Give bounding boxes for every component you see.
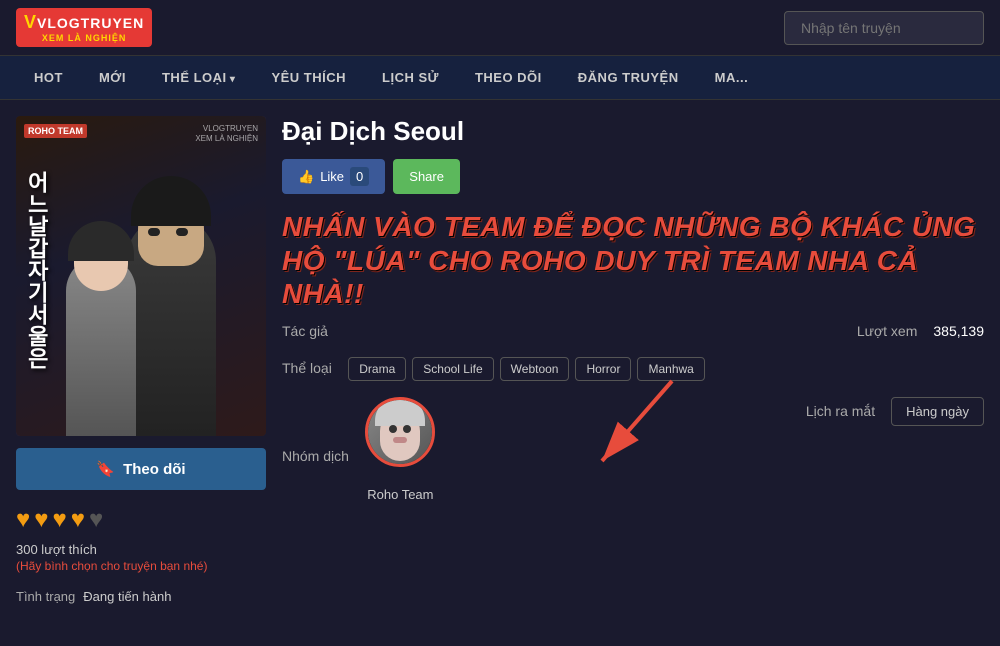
cover-image: VLOGTRUYEN XEM LÀ NGHIỆN ROHO TEAM 어느날갑자… <box>16 116 266 436</box>
roho-badge: ROHO TEAM <box>24 124 87 138</box>
likes-prompt: (Hãy bình chọn cho truyện bạn nhé) <box>16 559 266 573</box>
nav-more[interactable]: MA... <box>697 56 767 99</box>
logo-text: VLOGTRUYEN <box>37 15 144 31</box>
share-button[interactable]: Share <box>393 159 460 194</box>
manga-title: Đại Dịch Seoul <box>282 116 984 147</box>
genre-horror[interactable]: Horror <box>575 357 631 381</box>
genre-school[interactable]: School Life <box>412 357 493 381</box>
status-row: Tình trạng Đang tiến hành <box>16 589 266 604</box>
like-button[interactable]: 👍 Like 0 <box>282 159 385 194</box>
release-schedule-button[interactable]: Hàng ngày <box>891 397 984 426</box>
genre-row: Thể loại Drama School Life Webtoon Horro… <box>282 357 984 381</box>
genre-drama[interactable]: Drama <box>348 357 406 381</box>
views-label: Lượt xem <box>857 323 918 339</box>
heart-5[interactable]: ♥ <box>89 506 103 534</box>
logo-bottom: XEM LÀ NGHIỆN <box>42 33 127 43</box>
right-column: Đại Dịch Seoul 👍 Like 0 Share NHẤN VÀO T… <box>282 116 984 604</box>
genre-tags: Drama School Life Webtoon Horror Manhwa <box>348 357 705 381</box>
genre-webtoon[interactable]: Webtoon <box>500 357 570 381</box>
translator-avatar-inner <box>368 400 432 464</box>
release-section: Lịch ra mắt Hàng ngày <box>704 397 984 426</box>
like-count: 0 <box>350 167 369 186</box>
watermark-line2: XEM LÀ NGHIỆN <box>195 134 258 144</box>
heart-2[interactable]: ♥ <box>34 506 48 534</box>
rating-hearts: ♥ ♥ ♥ ♥ ♥ <box>16 506 266 534</box>
likes-count: 300 lượt thích <box>16 542 266 557</box>
main-content: VLOGTRUYEN XEM LÀ NGHIỆN ROHO TEAM 어느날갑자… <box>0 100 1000 620</box>
nav-genre[interactable]: THỂ LOẠI <box>144 56 253 99</box>
translator-release-row: Nhóm dịch <box>282 397 984 502</box>
nav-favorites[interactable]: YÊU THÍCH <box>253 56 364 99</box>
nav-hot[interactable]: HOT <box>16 56 81 99</box>
promo-text-line2: HỘ "LÚA" CHO ROHO DUY TRÌ TEAM NHA CẢ NH… <box>282 244 984 311</box>
action-buttons: 👍 Like 0 Share <box>282 159 984 194</box>
follow-button[interactable]: 🔖 Theo dõi <box>16 448 266 490</box>
status-value: Đang tiến hành <box>83 589 171 604</box>
header: VVLOGTRUYEN XEM LÀ NGHIỆN <box>0 0 1000 56</box>
korean-title: 어느날갑자기서울은 <box>24 171 49 369</box>
follow-label: Theo dõi <box>123 461 186 478</box>
like-label: Like <box>320 169 344 184</box>
promo-text-container: NHẤN VÀO TEAM ĐỂ ĐỌC NHỮNG BỘ KHÁC ỦNG H… <box>282 210 984 311</box>
logo-box[interactable]: VVLOGTRUYEN XEM LÀ NGHIỆN <box>16 8 152 47</box>
heart-4[interactable]: ♥ <box>71 506 85 534</box>
left-column: VLOGTRUYEN XEM LÀ NGHIỆN ROHO TEAM 어느날갑자… <box>16 116 266 604</box>
translator-group: Roho Team <box>365 397 435 502</box>
genre-label: Thể loại <box>282 360 332 376</box>
author-views-row: Tác giả Lượt xem 385,139 <box>282 323 984 341</box>
nav-upload[interactable]: ĐĂNG TRUYỆN <box>560 56 697 99</box>
manga-cover: VLOGTRUYEN XEM LÀ NGHIỆN ROHO TEAM 어느날갑자… <box>16 116 266 436</box>
promo-text-line1: NHẤN VÀO TEAM ĐỂ ĐỌC NHỮNG BỘ KHÁC ỦNG <box>282 210 984 244</box>
nav-history[interactable]: LỊCH SỬ <box>364 56 457 99</box>
views-value: 385,139 <box>933 323 984 339</box>
genre-manhwa[interactable]: Manhwa <box>637 357 704 381</box>
views-section: Lượt xem 385,139 <box>704 323 984 339</box>
status-label: Tình trạng <box>16 589 75 604</box>
thumbs-up-icon: 👍 <box>298 169 314 185</box>
translator-label: Nhóm dịch <box>282 448 349 464</box>
heart-1[interactable]: ♥ <box>16 506 30 534</box>
genre-section: Thể loại Drama School Life Webtoon Horro… <box>282 357 984 381</box>
cover-watermark: VLOGTRUYEN XEM LÀ NGHIỆN <box>195 124 258 145</box>
follow-icon: 🔖 <box>96 460 115 478</box>
heart-3[interactable]: ♥ <box>53 506 67 534</box>
release-label: Lịch ra mắt <box>806 403 875 419</box>
nav-follow[interactable]: THEO DÕI <box>457 56 560 99</box>
translator-avatar[interactable] <box>365 397 435 467</box>
author-label: Tác giả <box>282 323 328 339</box>
search-input[interactable] <box>784 11 984 45</box>
likes-text: 300 lượt thích (Hãy bình chọn cho truyện… <box>16 542 266 573</box>
logo-area: VVLOGTRUYEN XEM LÀ NGHIỆN <box>16 8 152 47</box>
watermark-line1: VLOGTRUYEN <box>195 124 258 134</box>
author-section: Tác giả <box>282 323 704 341</box>
logo-top: VVLOGTRUYEN <box>24 12 144 33</box>
logo-v-letter: V <box>24 12 37 32</box>
nav-new[interactable]: MỚI <box>81 56 144 99</box>
translator-name: Roho Team <box>367 487 433 502</box>
navigation: HOT MỚI THỂ LOẠI YÊU THÍCH LỊCH SỬ THEO … <box>0 56 1000 100</box>
translator-section: Nhóm dịch <box>282 397 704 502</box>
